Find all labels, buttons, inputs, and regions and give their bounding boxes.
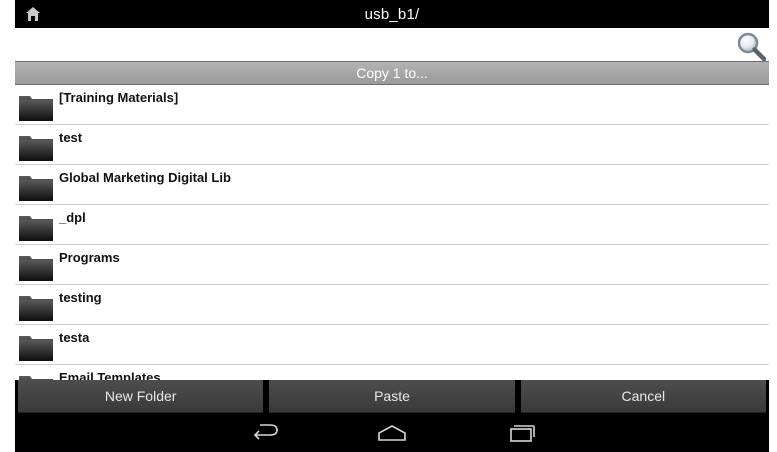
back-icon[interactable] [250, 423, 282, 443]
current-path: usb_b1/ [364, 5, 420, 23]
folder-icon [18, 332, 54, 362]
folder-name: testa [59, 330, 90, 345]
file-copy-dialog: usb_b1/ Copy 1 to... [Training Materials… [0, 0, 777, 452]
folder-icon [18, 92, 54, 122]
list-item[interactable]: _dpl [15, 205, 769, 245]
home-icon[interactable] [25, 6, 41, 22]
folder-name: _dpl [59, 210, 86, 225]
action-bar: New Folder Paste Cancel [15, 380, 769, 414]
folder-icon [18, 252, 54, 282]
folder-name: Global Marketing Digital Lib [59, 170, 231, 185]
folder-name: Email Templates [59, 370, 161, 380]
list-item[interactable]: Email Templates [15, 365, 769, 380]
list-item[interactable]: test [15, 125, 769, 165]
new-folder-button[interactable]: New Folder [18, 380, 264, 413]
folder-name: [Training Materials] [59, 90, 179, 105]
list-item[interactable]: Programs [15, 245, 769, 285]
home-nav-icon[interactable] [376, 423, 408, 443]
folder-icon [18, 212, 54, 242]
cancel-button[interactable]: Cancel [520, 380, 766, 413]
folder-list[interactable]: [Training Materials] test Global Marketi… [15, 85, 769, 380]
folder-name: test [59, 130, 83, 145]
folder-icon [18, 292, 54, 322]
folder-name: testing [59, 290, 102, 305]
title-bar: usb_b1/ [15, 0, 769, 28]
list-item[interactable]: testa [15, 325, 769, 365]
folder-name: Programs [59, 250, 120, 265]
search-icon[interactable] [735, 30, 767, 62]
search-row [15, 28, 769, 62]
folder-icon [18, 132, 54, 162]
system-nav-bar [15, 414, 769, 452]
folder-icon [18, 172, 54, 202]
list-item[interactable]: testing [15, 285, 769, 325]
recents-icon[interactable] [505, 423, 537, 443]
list-item[interactable]: [Training Materials] [15, 85, 769, 125]
copy-destination-header: Copy 1 to... [15, 61, 769, 85]
paste-button[interactable]: Paste [269, 380, 515, 413]
folder-icon [18, 372, 54, 380]
list-item[interactable]: Global Marketing Digital Lib [15, 165, 769, 205]
